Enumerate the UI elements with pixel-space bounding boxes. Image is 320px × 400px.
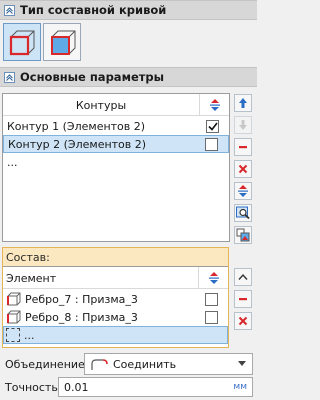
collapse-chevron-icon[interactable] <box>4 4 15 16</box>
elements-list[interactable]: Элемент Ребро_7 : Призма_3 Ребро_8: При… <box>3 266 228 347</box>
element-checkbox[interactable] <box>205 292 218 306</box>
join-icon <box>91 359 108 370</box>
accuracy-input[interactable]: 0.01 мм <box>58 377 253 397</box>
delete-element-icon[interactable] <box>234 312 252 330</box>
composition-title: Состав: <box>3 248 228 266</box>
element-column-header: Элемент <box>6 272 57 285</box>
composition-group: Состав: Элемент Ребро_7 : Призма_3 Ребро… <box>2 247 229 348</box>
sort-order-icon[interactable] <box>198 267 228 288</box>
sort-order-icon[interactable] <box>199 94 229 115</box>
element-row-1[interactable]: Ребро_7 : Призма_3 <box>3 290 228 308</box>
elements-list-header: Элемент <box>3 267 228 289</box>
chevron-down-icon <box>238 361 246 366</box>
collapse-up-icon[interactable] <box>234 268 252 286</box>
element-row-new[interactable]: ... <box>3 326 228 344</box>
accuracy-label: Точность: <box>5 381 62 394</box>
element-checkbox[interactable] <box>205 310 218 324</box>
contour-label: Контур 1 (Элементов 2) <box>7 119 146 133</box>
new-row-placeholder: ... <box>24 328 35 342</box>
move-up-button[interactable] <box>234 94 252 112</box>
remove-button[interactable] <box>234 138 252 156</box>
contour-checkbox[interactable] <box>206 119 219 133</box>
curve-type-surface-button[interactable] <box>43 23 81 61</box>
edge-icon <box>7 310 21 324</box>
main-params-section-header[interactable]: Основные параметры <box>0 67 257 87</box>
copy-contour-icon[interactable] <box>234 226 252 244</box>
new-element-placeholder-icon <box>6 328 20 342</box>
contour-row-new[interactable]: ... <box>3 153 229 171</box>
collapse-chevron-icon[interactable] <box>4 71 15 83</box>
edge-icon <box>7 292 21 306</box>
accuracy-value: 0.01 <box>64 380 89 394</box>
contour-checkbox[interactable] <box>205 137 218 151</box>
contours-list-header: Контуры <box>3 94 229 116</box>
contour-row-1[interactable]: Контур 1 (Элементов 2) <box>3 117 229 135</box>
section-title: Тип составной кривой <box>20 3 167 17</box>
union-select[interactable]: Соединить <box>84 353 253 375</box>
move-down-button[interactable] <box>234 116 252 134</box>
section-title: Основные параметры <box>20 70 165 84</box>
contour-label: Контур 2 (Элементов 2) <box>8 137 147 151</box>
new-row-placeholder: ... <box>7 155 18 169</box>
element-label: Ребро_7 : Призма_3 <box>25 292 138 306</box>
curve-type-section-header[interactable]: Тип составной кривой <box>0 0 257 20</box>
element-label: Ребро_8 : Призма_3 <box>25 310 138 324</box>
union-label: Объединение: <box>5 358 89 371</box>
union-value: Соединить <box>113 357 177 371</box>
unit-label: мм <box>233 382 247 392</box>
element-row-2[interactable]: Ребро_8 : Призма_3 <box>3 308 228 326</box>
show-in-view-icon[interactable] <box>234 204 252 222</box>
curve-type-closed-button[interactable] <box>3 23 41 61</box>
delete-icon[interactable] <box>234 160 252 178</box>
contours-column-header: Контуры <box>75 99 127 112</box>
remove-element-button[interactable] <box>234 290 252 308</box>
contours-list[interactable]: Контуры Контур 1 (Элементов 2) Контур 2 … <box>2 93 230 242</box>
reverse-direction-icon[interactable] <box>234 182 252 200</box>
contour-row-2[interactable]: Контур 2 (Элементов 2) <box>3 135 229 153</box>
